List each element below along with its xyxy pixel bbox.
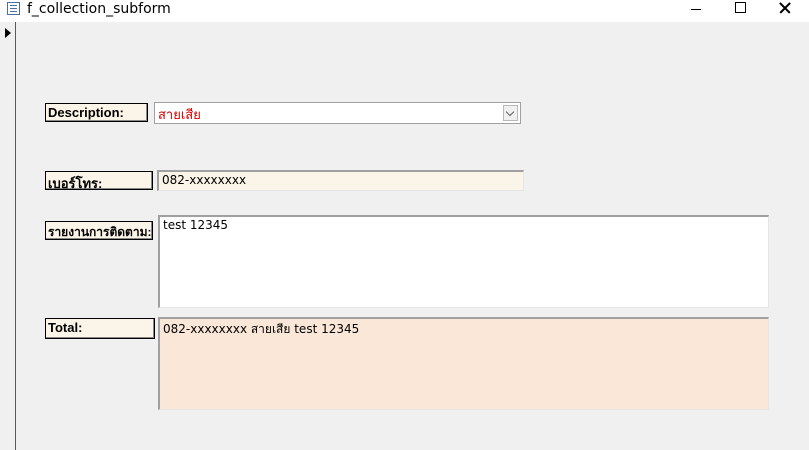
record-pointer-icon [5, 28, 11, 38]
report-label: รายงานการติดตาม: [45, 221, 153, 240]
description-combobox[interactable]: สายเสีย [154, 102, 521, 124]
phone-field[interactable]: 082-xxxxxxxx [157, 170, 524, 191]
description-label: Description: [45, 103, 148, 122]
minimize-button[interactable] [675, 0, 720, 20]
close-button[interactable] [762, 0, 807, 20]
total-label: Total: [45, 318, 155, 339]
description-value: สายเสีย [158, 108, 201, 123]
record-selector[interactable] [0, 22, 16, 450]
maximize-button[interactable] [718, 0, 763, 20]
form-icon [7, 2, 20, 15]
title-bar: f_collection_subform [0, 0, 809, 22]
phone-label: เบอร์โทร: [45, 171, 153, 190]
total-field[interactable]: 082-xxxxxxxx สายเสีย test 12345 [158, 317, 769, 410]
dropdown-arrow-icon[interactable] [503, 105, 518, 121]
window-title: f_collection_subform [27, 1, 171, 17]
report-field[interactable]: test 12345 [158, 215, 769, 308]
